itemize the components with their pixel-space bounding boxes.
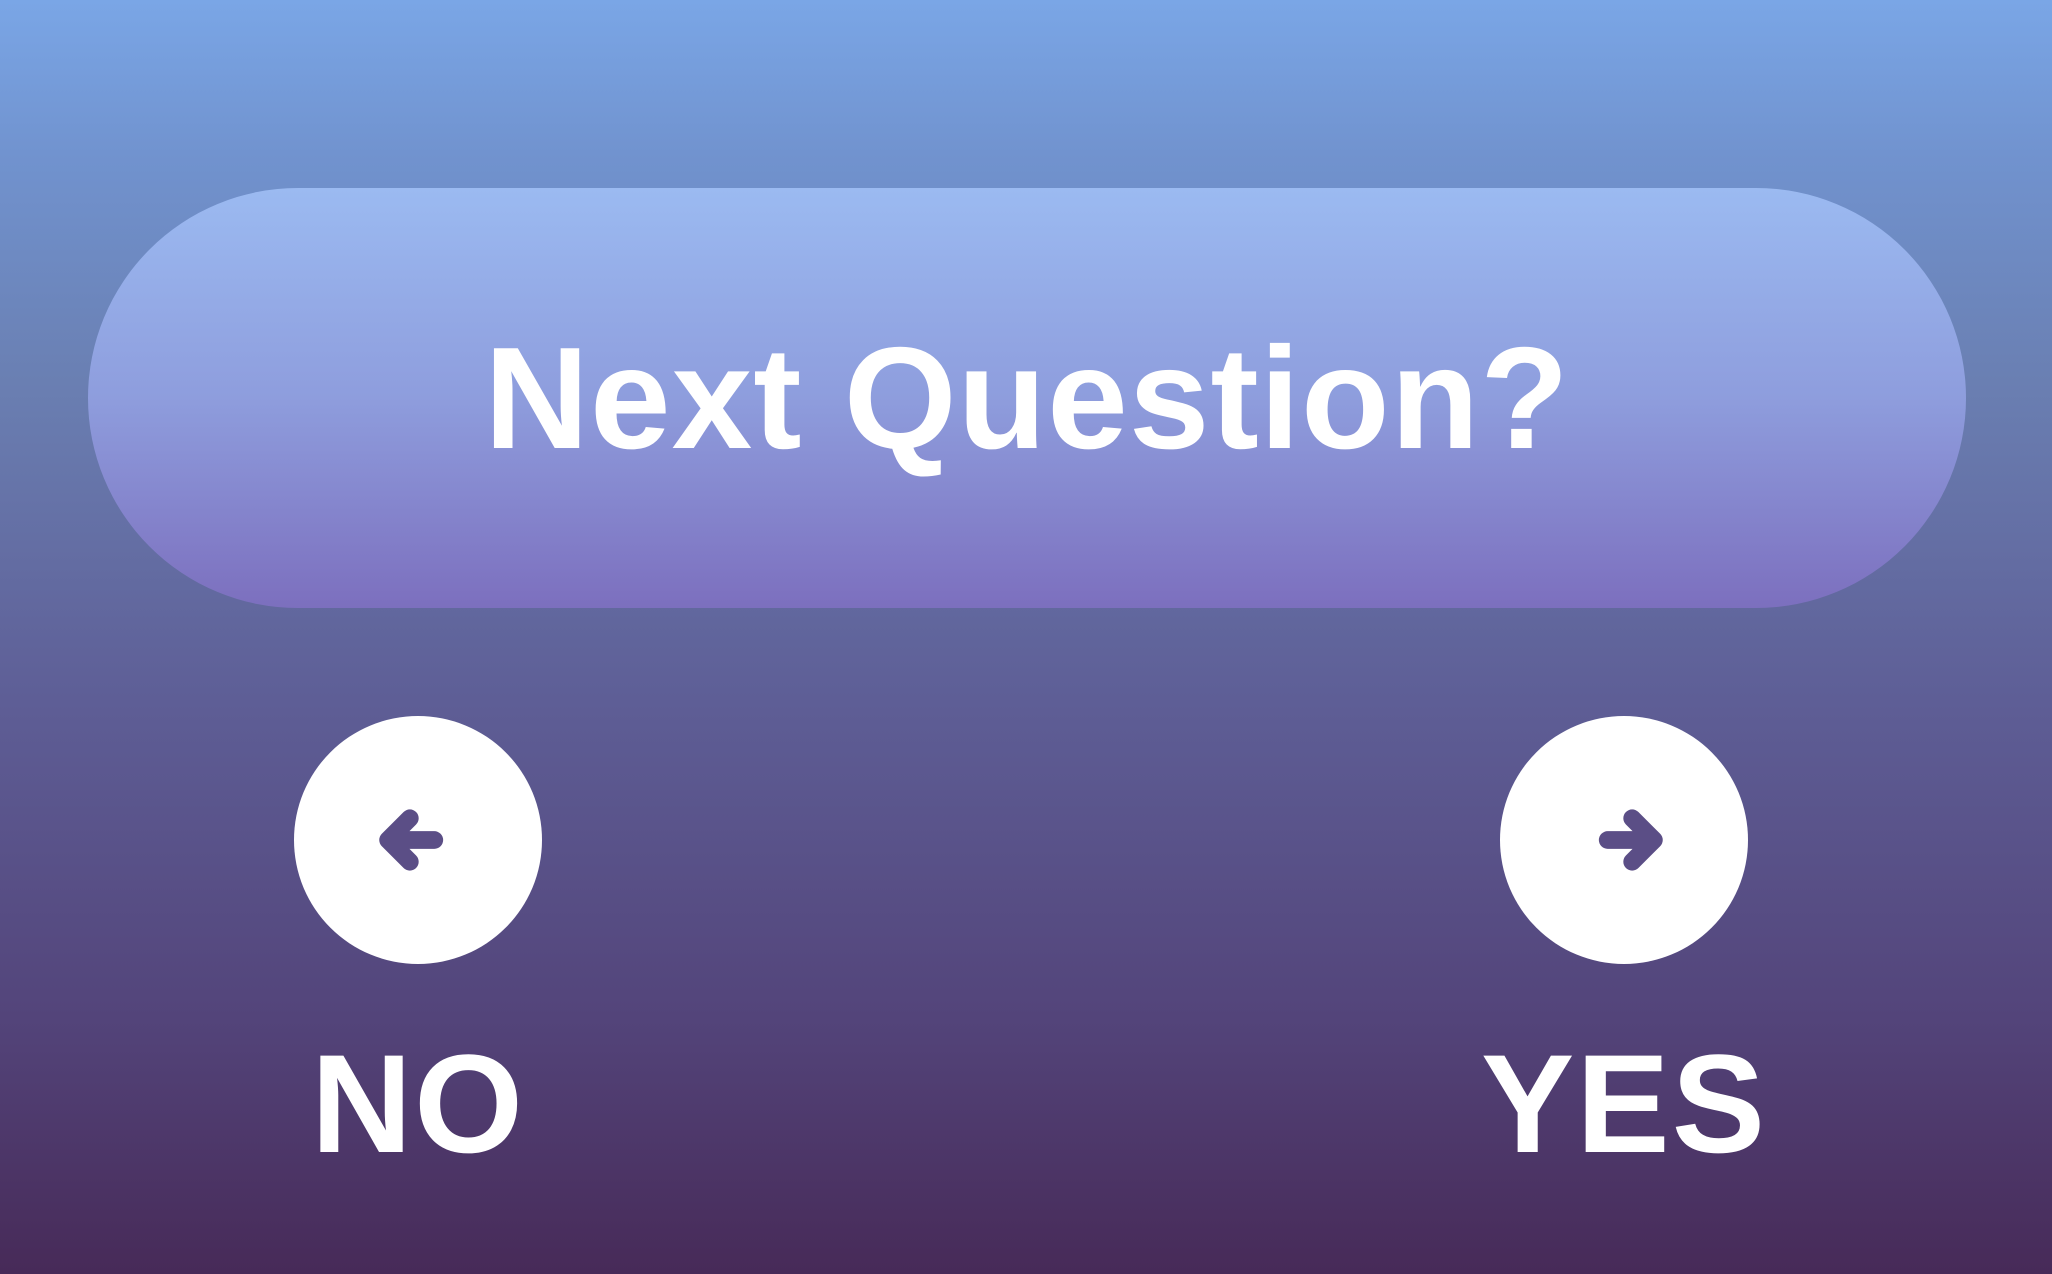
no-label: NO [311, 1025, 525, 1182]
yes-choice: YES [1464, 716, 1784, 1174]
no-button[interactable] [294, 716, 542, 964]
arrow-left-icon [379, 809, 444, 871]
yes-label: YES [1480, 1025, 1768, 1182]
question-text: Next Question? [484, 316, 1570, 479]
question-banner: Next Question? [88, 188, 1966, 608]
arrow-right-icon [1598, 809, 1663, 871]
yes-button[interactable] [1500, 716, 1748, 964]
no-choice: NO [258, 716, 578, 1174]
